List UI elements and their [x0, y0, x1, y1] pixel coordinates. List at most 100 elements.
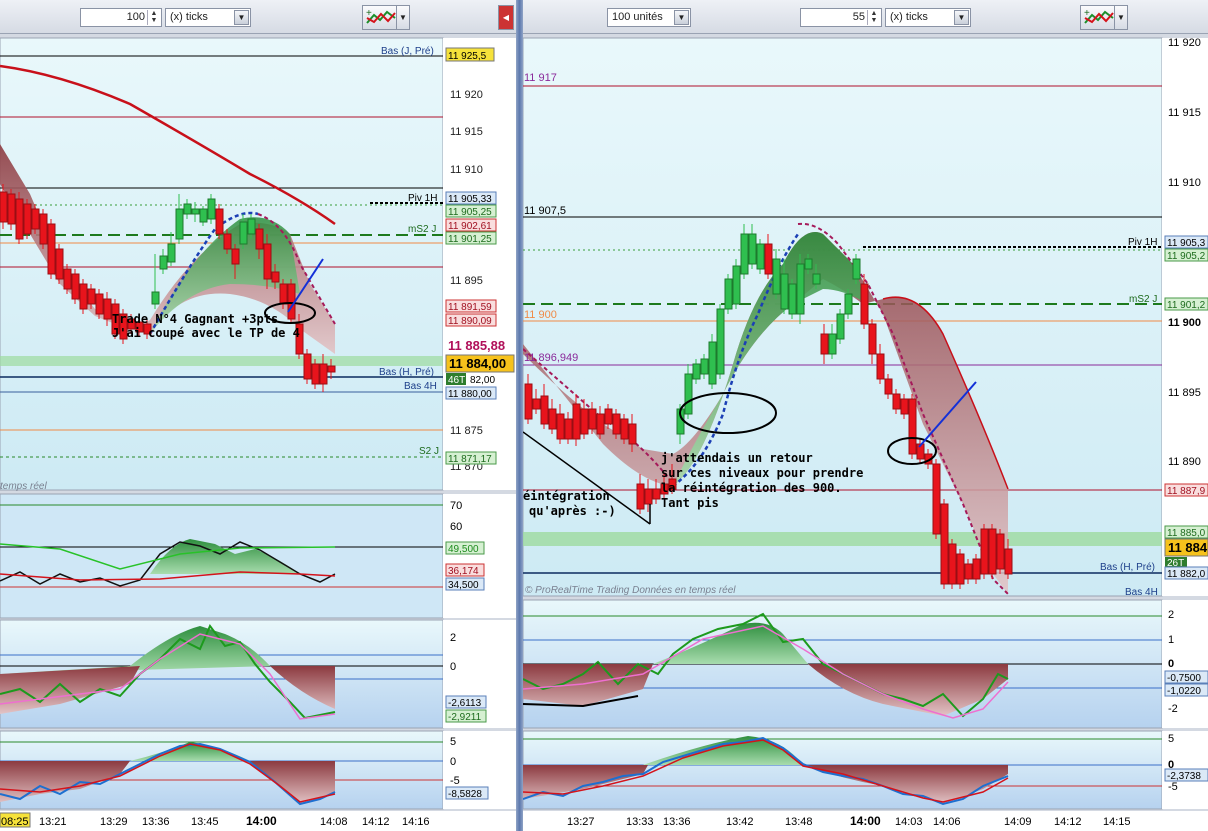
level-label: 11 907,5 — [524, 205, 566, 217]
last-price: 11 884 — [1168, 540, 1208, 555]
candle-bear — [620, 418, 629, 440]
price-tick: 11 895 — [450, 275, 483, 287]
candle-bear — [572, 403, 581, 440]
price-tick: 11 910 — [1168, 177, 1201, 189]
indicators-dropdown[interactable]: ▼ — [1114, 5, 1128, 30]
zone-band — [0, 356, 443, 366]
time-tick: 13:45 — [191, 816, 219, 828]
value-tag: 11 887,9 — [1167, 486, 1206, 497]
candle-bear — [271, 271, 280, 283]
s2-label: S2 J — [419, 446, 439, 457]
candle-bear — [279, 283, 288, 305]
osc-value: 49,500 — [448, 544, 479, 555]
candle-bear — [47, 223, 56, 275]
value-tag: 11 905,25 — [448, 207, 492, 218]
zone-band — [523, 532, 1162, 546]
chart-splitter[interactable] — [516, 0, 523, 831]
candle-bear — [540, 395, 549, 425]
value-tag: 11 882,0 — [1167, 569, 1206, 580]
candle-bear — [860, 283, 869, 325]
chevron-down-icon[interactable]: ▼ — [234, 10, 249, 25]
chevron-down-icon[interactable]: ▼ — [954, 10, 969, 25]
candle-bear — [87, 288, 96, 305]
candle-bear — [908, 398, 917, 455]
units-mode-label: (x) ticks — [170, 11, 208, 23]
osc-value: -1,0220 — [1167, 686, 1201, 697]
time-tick: 14:00 — [246, 814, 277, 828]
osc-value: -2,3738 — [1167, 771, 1201, 782]
osc-tick: 1 — [1168, 634, 1174, 646]
units-value: 100 — [126, 11, 145, 23]
candle-bull — [812, 273, 821, 285]
candle-bear — [932, 463, 941, 535]
candle-bear — [524, 383, 533, 420]
price-tick: 11 890 — [1168, 456, 1201, 468]
bas-4h-value: 11 880,00 — [448, 389, 492, 400]
time-tick: 13:48 — [785, 816, 813, 828]
candle-bull — [247, 218, 256, 235]
units-select[interactable]: 100 unités ▼ — [607, 8, 691, 27]
osc-tick: 5 — [1168, 733, 1174, 745]
tick-count: 46T — [448, 375, 465, 386]
price-tick: 11 910 — [450, 164, 483, 176]
stepper-arrows-icon[interactable]: ▲ ▼ — [147, 10, 160, 25]
ticks-mode-select[interactable]: (x) ticks ▼ — [885, 8, 971, 27]
chevron-down-icon[interactable]: ▼ — [674, 10, 689, 25]
osc-value: 36,174 — [448, 566, 479, 577]
pivot-label: Piv 1H — [1128, 237, 1157, 248]
pivot-label: Piv 1H — [408, 193, 437, 204]
osc-value: -0,7500 — [1167, 673, 1201, 684]
annotation-text-2: J'ai coupé avec le TP de 4 — [112, 326, 300, 340]
candle-bear — [303, 353, 312, 380]
candle-bear — [876, 353, 885, 380]
candle-bear — [231, 248, 240, 265]
units-stepper[interactable]: 100 ▲ ▼ — [80, 8, 162, 27]
osc-tick: 0 — [450, 661, 456, 673]
time-tick: 14:16 — [402, 816, 430, 828]
candle-bull — [780, 273, 789, 310]
ticks-stepper[interactable]: 55 ▲ ▼ — [800, 8, 882, 27]
candle-bear — [0, 191, 8, 223]
osc1-axis — [443, 494, 516, 618]
candle-bear — [996, 533, 1005, 570]
annotation-text-1: Trade N°4 Gagnant +3pts — [112, 312, 278, 326]
candle-bull — [772, 258, 781, 295]
indicators-button[interactable]: + — [1080, 5, 1118, 30]
units-mode-select[interactable]: (x) ticks ▼ — [165, 8, 251, 27]
stepper-arrows-icon[interactable]: ▲ ▼ — [867, 10, 880, 25]
candle-bear — [215, 208, 224, 235]
candle-bear — [636, 483, 645, 510]
indicators-dropdown[interactable]: ▼ — [396, 5, 410, 30]
candle-bear — [263, 243, 272, 280]
price-tick: 11 895 — [1168, 387, 1201, 399]
candle-bear — [327, 365, 336, 373]
annotation-text: qu'après :-) — [529, 504, 616, 518]
indicators-button[interactable]: + — [362, 5, 400, 30]
candle-bull — [159, 255, 168, 270]
pivot-value: 11 905,33 — [448, 194, 492, 205]
candle-bull — [748, 233, 757, 265]
candle-bull — [700, 358, 709, 375]
candle-bear — [604, 408, 613, 425]
price-tick: 11 875 — [450, 425, 483, 437]
candle-bear — [311, 363, 320, 385]
expand-arrow-icon[interactable]: ◀ — [498, 5, 514, 30]
bas-j-value: 11 925,5 — [448, 51, 487, 62]
time-tick: 13:33 — [626, 816, 654, 828]
candle-bull — [732, 265, 741, 305]
ticks-mode-label: (x) ticks — [890, 11, 928, 23]
time-tick: 13:36 — [142, 816, 170, 828]
candle-bear — [596, 413, 605, 435]
ms2-label: mS2 J — [1129, 294, 1157, 305]
indicators-icon: + — [1084, 8, 1114, 24]
annotation-text: Tant pis — [661, 496, 719, 510]
right-chart-area: éintégration qu'après :-) j'attendais un… — [523, 37, 1208, 831]
candle-bear — [892, 393, 901, 410]
candle-bear — [1004, 548, 1013, 575]
candle-bear — [223, 233, 232, 250]
value-tag: 82,00 — [470, 375, 495, 386]
candle-bull — [191, 208, 200, 215]
osc-tick: 5 — [450, 736, 456, 748]
osc-tick: 60 — [450, 521, 462, 533]
osc-value: -8,5828 — [448, 789, 482, 800]
